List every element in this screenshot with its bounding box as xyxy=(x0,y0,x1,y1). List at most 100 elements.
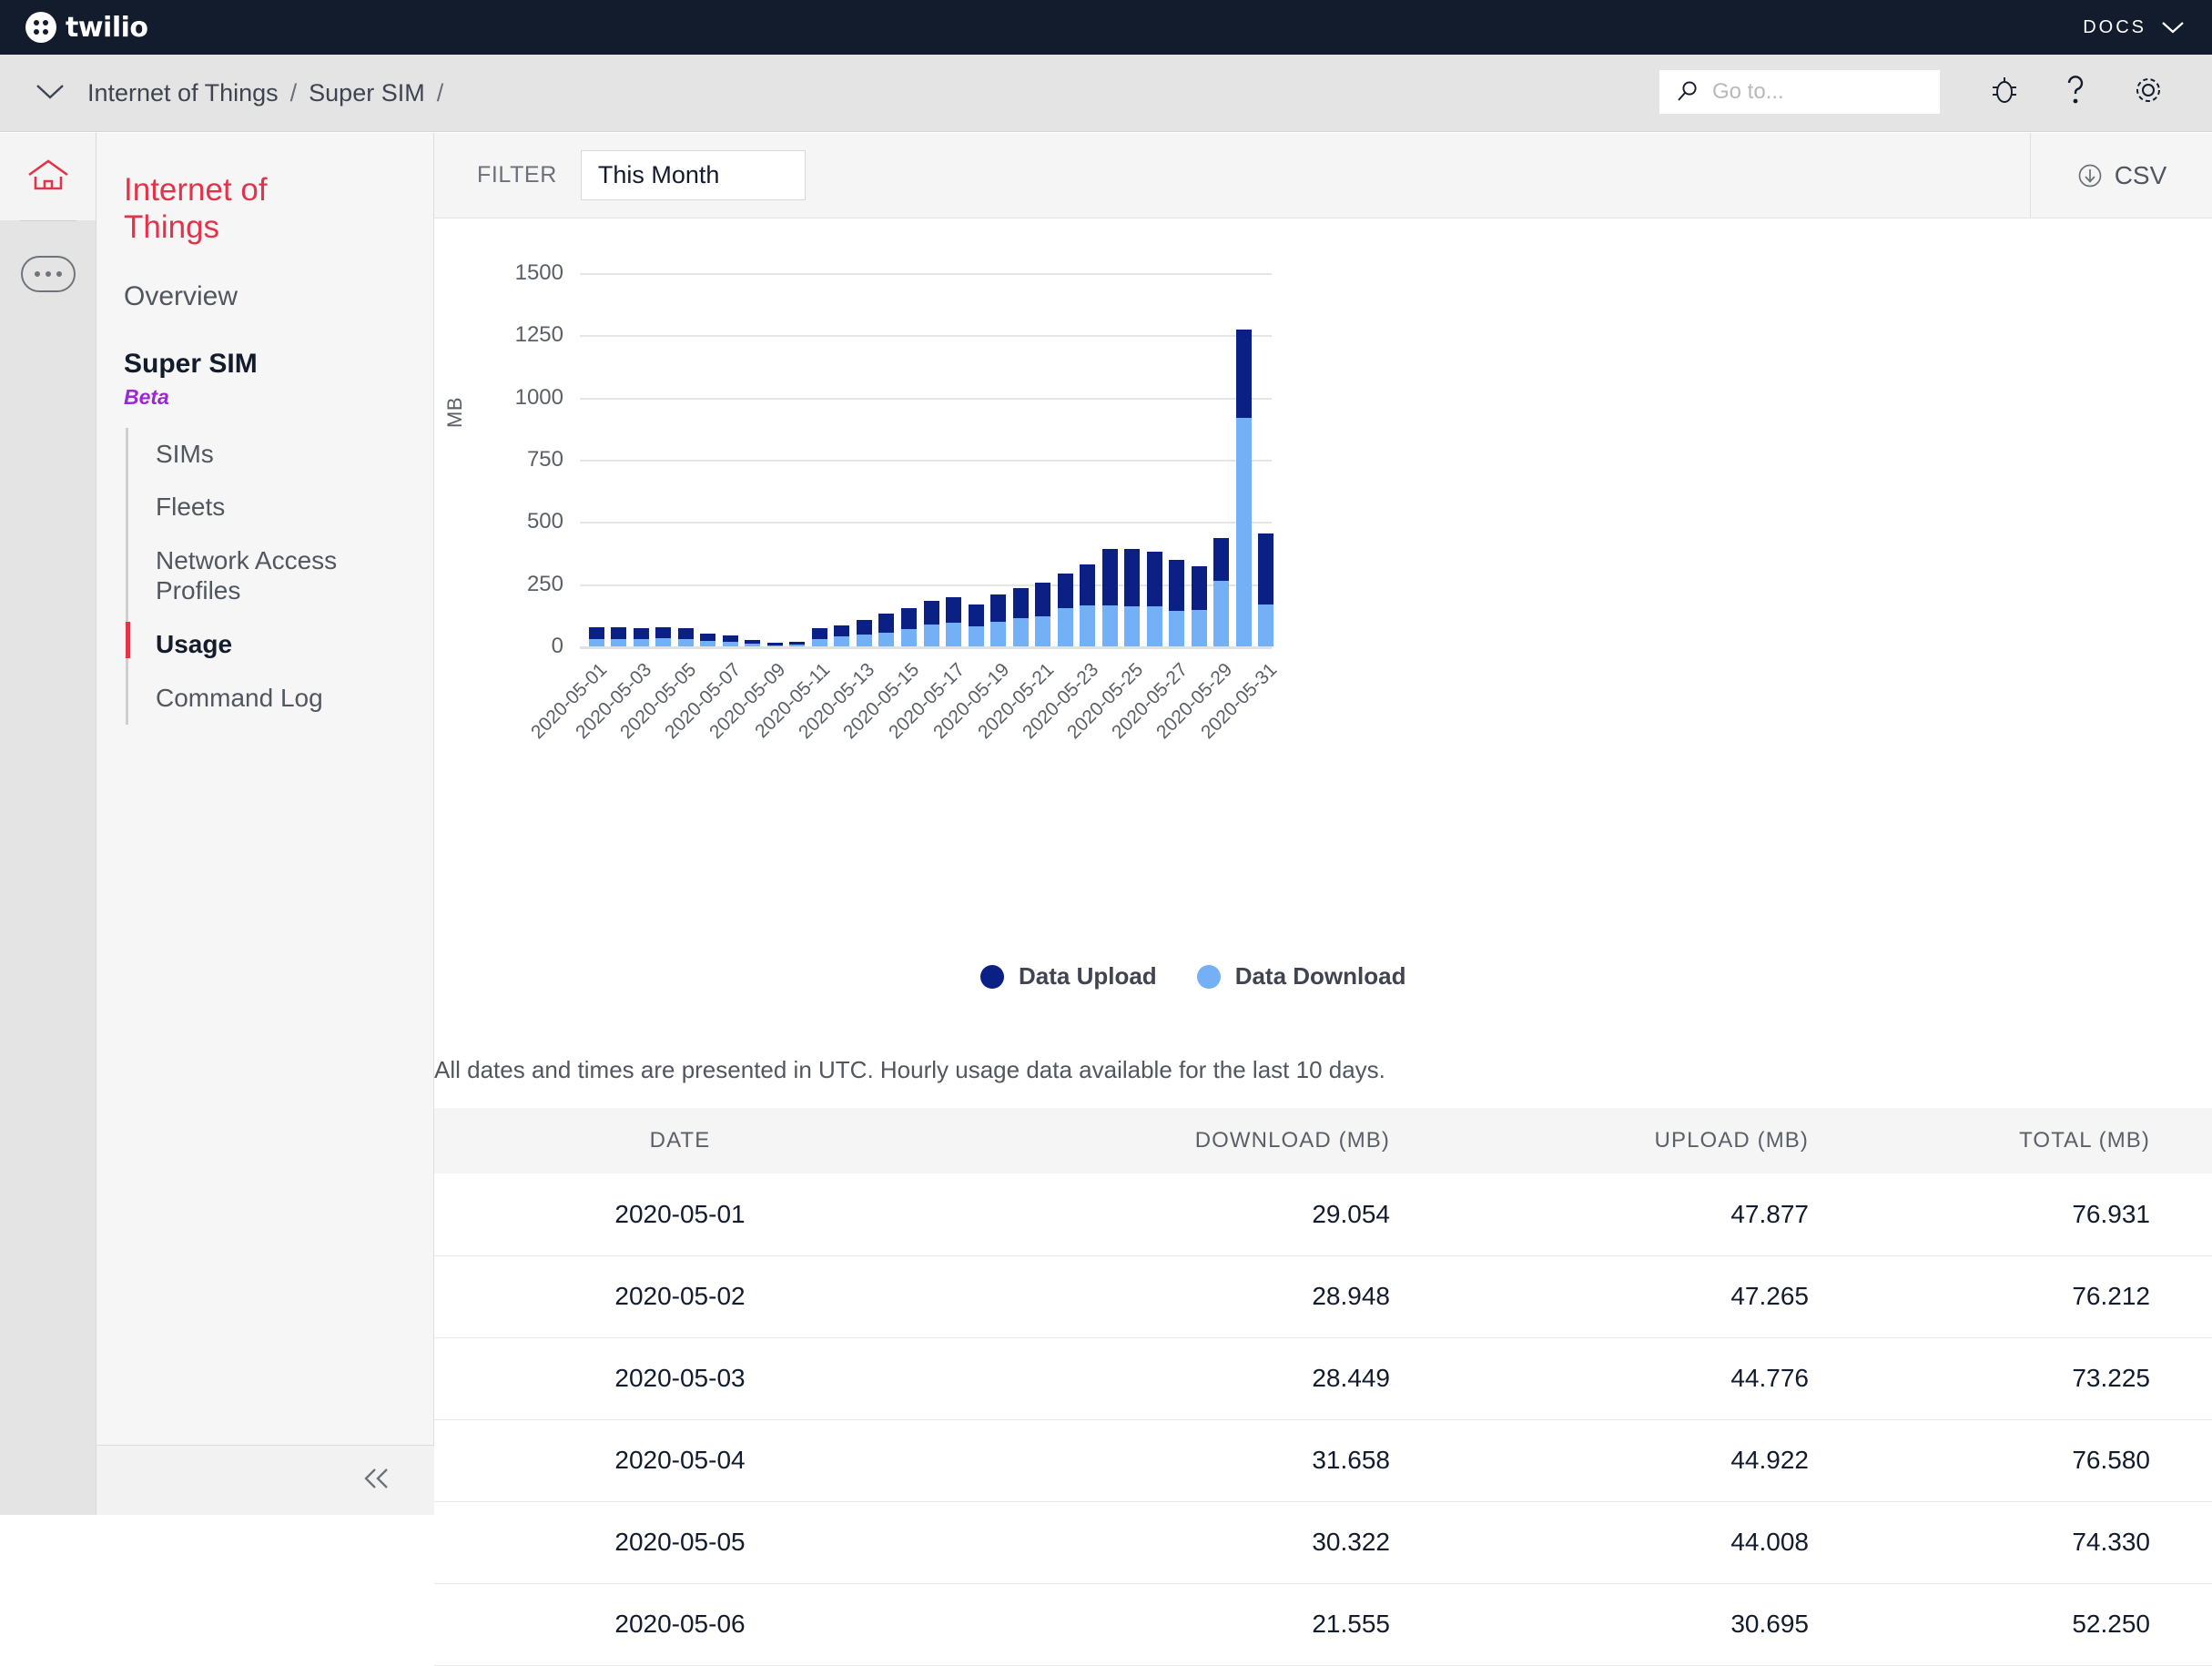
chart-bar[interactable] xyxy=(878,614,895,646)
chart-bar[interactable] xyxy=(1258,533,1274,646)
twilio-logo[interactable]: twilio xyxy=(25,12,148,44)
sidebar-item-network-access-profiles[interactable]: Network Access Profiles xyxy=(156,534,365,618)
bug-icon[interactable] xyxy=(1989,74,2020,111)
chart-bar-segment-download xyxy=(1124,606,1141,646)
sidebar-item-fleets[interactable]: Fleets xyxy=(156,481,433,534)
y-axis-tick: 1000 xyxy=(514,384,563,410)
chart-bar[interactable] xyxy=(677,627,694,646)
icon-rail xyxy=(0,133,96,1515)
chart-bar[interactable] xyxy=(923,600,939,646)
breadcrumb-item-0[interactable]: Internet of Things xyxy=(87,79,279,107)
cell-date: 2020-05-04 xyxy=(614,1446,746,1474)
sidebar-item-sims[interactable]: SIMs xyxy=(156,428,433,482)
search-icon xyxy=(1678,81,1697,101)
sidebar-item-usage[interactable]: Usage xyxy=(126,618,433,672)
cell-download: 28.948 xyxy=(1312,1282,1390,1310)
chart-bar-segment-upload xyxy=(946,597,962,623)
sidebar-item-command-log[interactable]: Command Log xyxy=(156,672,433,726)
chart-bar-segment-upload xyxy=(700,633,716,642)
chart-bar[interactable] xyxy=(1035,583,1051,646)
toolbar-icons xyxy=(1989,69,2166,115)
chart-gridline xyxy=(580,584,1272,586)
chart-bar-segment-upload xyxy=(1213,538,1230,582)
cell-upload: 47.265 xyxy=(1730,1282,1809,1310)
chart-bar-segment-download xyxy=(677,638,694,646)
table-row[interactable]: 2020-05-02 28.948 47.265 76.212 xyxy=(434,1255,2212,1337)
column-header-download[interactable]: DOWNLOAD (MB) xyxy=(926,1108,1417,1173)
legend-item-data-download[interactable]: Data Download xyxy=(1196,962,1405,990)
chart-bar-segment-upload xyxy=(611,627,627,640)
chart-bar-segment-download xyxy=(1080,605,1096,646)
chart-bar[interactable] xyxy=(1012,587,1029,646)
chart-bar-segment-download xyxy=(745,644,761,646)
breadcrumb-item-1[interactable]: Super SIM xyxy=(309,79,425,107)
table-row[interactable]: 2020-05-05 30.322 44.008 74.330 xyxy=(434,1501,2212,1583)
chart-bar[interactable] xyxy=(1146,551,1162,646)
chart-bar-segment-upload xyxy=(856,620,872,635)
breadcrumb-separator-trailing: / xyxy=(436,78,444,107)
chart-bar-segment-upload xyxy=(722,635,738,642)
page-title: Internet of Things xyxy=(124,172,268,246)
chart-bar-segment-upload xyxy=(745,640,761,645)
chart-bar[interactable] xyxy=(722,635,738,646)
chart-bar[interactable] xyxy=(900,607,917,646)
chart-bar[interactable] xyxy=(1101,549,1118,646)
chart-bar[interactable] xyxy=(1169,560,1185,646)
chart-bar[interactable] xyxy=(1057,573,1073,646)
chart-bar[interactable] xyxy=(1213,538,1230,646)
chart-bar[interactable] xyxy=(655,627,672,646)
usage-table: DATE DOWNLOAD (MB) UPLOAD (MB) TOTAL (MB… xyxy=(434,1108,2212,1666)
chart-bar-segment-download xyxy=(1146,606,1162,646)
chart-bar[interactable] xyxy=(968,604,984,646)
ellipsis-icon[interactable] xyxy=(21,256,76,292)
cell-date: 2020-05-03 xyxy=(614,1364,746,1392)
search-input[interactable]: Go to... xyxy=(1659,69,1941,115)
search-placeholder: Go to... xyxy=(1712,79,1784,104)
home-button[interactable] xyxy=(0,133,96,220)
chart-bar-segment-download xyxy=(990,621,1007,646)
filter-period-select[interactable]: This Month xyxy=(580,150,806,200)
table-row[interactable]: 2020-05-04 31.658 44.922 76.580 xyxy=(434,1419,2212,1501)
legend-item-data-upload[interactable]: Data Upload xyxy=(980,962,1157,990)
chart-bar[interactable] xyxy=(1191,566,1207,646)
chart-bar-segment-upload xyxy=(1258,533,1274,605)
chart-bar-segment-download xyxy=(1191,610,1207,646)
chart-bar[interactable] xyxy=(789,642,806,646)
chart-bar[interactable] xyxy=(834,625,850,646)
chart-bar[interactable] xyxy=(990,594,1007,646)
chart-bar[interactable] xyxy=(588,626,604,646)
chart-bar[interactable] xyxy=(766,643,783,646)
column-header-upload[interactable]: UPLOAD (MB) xyxy=(1417,1108,1836,1173)
chart-bar[interactable] xyxy=(1080,564,1096,646)
chart-bar-segment-upload xyxy=(990,594,1007,622)
chart-bar[interactable] xyxy=(633,628,649,646)
table-row[interactable]: 2020-05-06 21.555 30.695 52.250 xyxy=(434,1583,2212,1665)
chart-bar-segment-upload xyxy=(1191,566,1207,611)
sidebar-item-overview[interactable]: Overview xyxy=(124,281,433,312)
double-chevron-left-icon[interactable] xyxy=(361,1466,392,1496)
column-header-date[interactable]: DATE xyxy=(434,1108,926,1173)
sidebar-group-super-sim[interactable]: Super SIM xyxy=(124,349,433,380)
chart-bar-segment-upload xyxy=(878,614,895,633)
docs-label: DOCS xyxy=(2083,16,2146,37)
gear-icon[interactable] xyxy=(2131,73,2166,112)
download-csv-button[interactable]: CSV xyxy=(2030,133,2212,218)
chart-bar[interactable] xyxy=(811,627,827,646)
table-row[interactable]: 2020-05-03 28.449 44.776 73.225 xyxy=(434,1337,2212,1419)
docs-menu[interactable]: DOCS xyxy=(2083,17,2185,38)
chart-bar[interactable] xyxy=(946,597,962,646)
cell-total: 76.212 xyxy=(2072,1282,2150,1310)
chart-bar[interactable] xyxy=(856,620,872,646)
table-row[interactable]: 2020-05-01 29.054 47.877 76.931 xyxy=(434,1173,2212,1255)
question-mark-icon[interactable] xyxy=(2064,73,2087,112)
chart-bar-segment-download xyxy=(789,645,806,646)
chart-bar[interactable] xyxy=(700,633,716,646)
chart-bar[interactable] xyxy=(611,627,627,646)
app-topbar: twilio DOCS xyxy=(0,0,2212,55)
column-header-total[interactable]: TOTAL (MB) xyxy=(1836,1108,2212,1173)
chart-bar[interactable] xyxy=(1235,329,1252,646)
chart-bar[interactable] xyxy=(1124,548,1141,646)
chart-bar[interactable] xyxy=(745,640,761,646)
breadcrumb-expand-icon[interactable] xyxy=(35,82,66,105)
y-axis-tick: 1250 xyxy=(514,322,563,348)
